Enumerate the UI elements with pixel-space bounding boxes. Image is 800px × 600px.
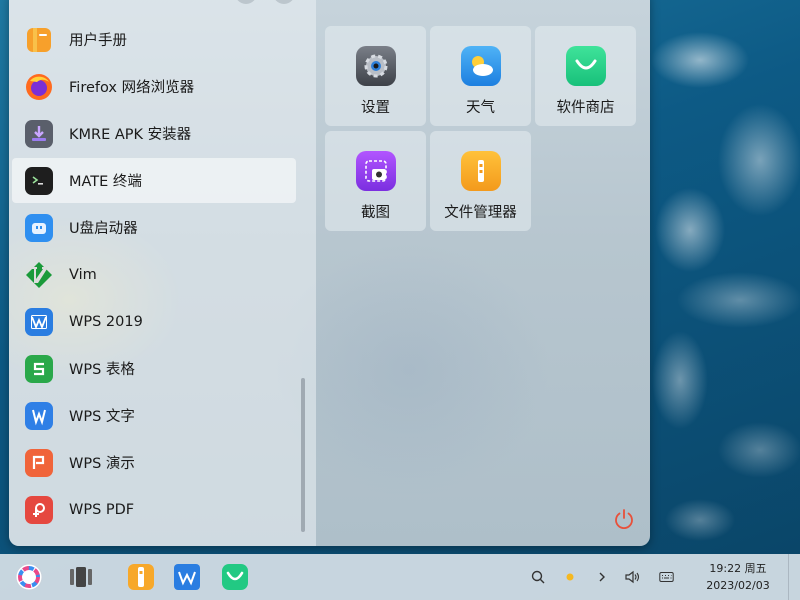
tile-file-manager[interactable]: 文件管理器 [430,131,531,231]
menu-header-clipped [19,0,59,4]
file-manager-icon [460,151,501,191]
power-icon[interactable] [613,508,635,530]
tile-settings[interactable]: 设置 [325,26,426,126]
start-menu: 用户手册 Firefox 网络浏览器 KMRE APK 安装器 MATE 终端 … [9,0,650,546]
software-store-icon[interactable] [220,562,250,592]
keyboard-icon[interactable] [658,569,674,585]
app-item-firefox[interactable]: Firefox 网络浏览器 [12,64,296,109]
settings-icon [355,46,396,86]
tile-label: 软件商店 [556,100,615,116]
chevron-right-icon[interactable] [594,569,610,585]
software-store-icon [565,46,606,86]
app-item-label: WPS PDF [69,501,135,518]
wps-presentation-icon [25,448,53,477]
tile-label: 天气 [466,100,495,116]
tile-weather[interactable]: 天气 [430,26,531,126]
app-item-label: KMRE APK 安装器 [69,127,192,143]
app-item-label: WPS 文字 [69,409,135,425]
terminal-icon [25,166,53,195]
app-item-label: WPS 2019 [69,313,143,330]
screenshot-icon [355,151,396,191]
app-item-wps-spreadsheet[interactable]: WPS 表格 [12,346,296,391]
app-item-label: MATE 终端 [69,174,142,190]
app-item-usb-boot[interactable]: U盘启动器 [12,205,296,250]
app-item-user-manual[interactable]: 用户手册 [12,17,296,62]
clock-date: 2023/02/03 [706,579,770,592]
app-item-wps-pdf[interactable]: WPS PDF [12,487,296,532]
menu-header-button[interactable] [273,0,295,4]
night-light-icon[interactable] [562,569,578,585]
tile-software-store[interactable]: 软件商店 [535,26,636,126]
volume-icon[interactable] [625,569,641,585]
app-list-pane: 用户手册 Firefox 网络浏览器 KMRE APK 安装器 MATE 终端 … [9,0,316,546]
menu-header-button[interactable] [235,0,257,4]
tile-label: 截图 [361,205,390,221]
app-item-wps-2019[interactable]: WPS 2019 [12,299,296,344]
firefox-icon [25,73,53,101]
app-item-wps-presentation[interactable]: WPS 演示 [12,440,296,485]
show-desktop-button[interactable] [788,554,800,600]
wps-icon[interactable] [172,562,202,592]
app-item-vim[interactable]: Vim [12,252,296,297]
usb-boot-icon [25,213,53,242]
tile-label: 设置 [361,100,390,116]
taskbar: 19:22 周五 2023/02/03 [0,554,800,600]
app-item-label: WPS 演示 [69,456,135,472]
clock-time: 19:22 周五 [709,562,767,575]
search-icon[interactable] [530,569,546,585]
wps-pdf-icon [25,495,53,524]
app-item-label: Firefox 网络浏览器 [69,80,195,96]
app-item-label: 用户手册 [69,33,127,49]
wps-writer-icon [25,401,53,430]
tile-screenshot[interactable]: 截图 [325,131,426,231]
wps-icon [25,307,53,336]
user-manual-icon [25,26,53,54]
clock[interactable]: 19:22 周五 2023/02/03 [690,560,786,594]
app-item-kmre-apk[interactable]: KMRE APK 安装器 [12,111,296,156]
tile-label: 文件管理器 [444,205,517,221]
weather-icon [460,46,501,86]
vim-icon [25,261,53,289]
apk-installer-icon [25,119,53,148]
app-list-scrollbar[interactable] [301,378,305,532]
app-item-label: Vim [69,266,97,283]
app-item-label: WPS 表格 [69,362,135,378]
app-item-wps-writer[interactable]: WPS 文字 [12,393,296,438]
wps-spreadsheet-icon [25,354,53,383]
app-item-label: U盘启动器 [69,221,138,237]
file-manager-icon[interactable] [126,562,156,592]
app-item-mate-terminal[interactable]: MATE 终端 [12,158,296,203]
start-menu-icon[interactable] [14,562,44,592]
multitask-view-icon[interactable] [66,562,96,592]
app-list: 用户手册 Firefox 网络浏览器 KMRE APK 安装器 MATE 终端 … [12,17,296,534]
